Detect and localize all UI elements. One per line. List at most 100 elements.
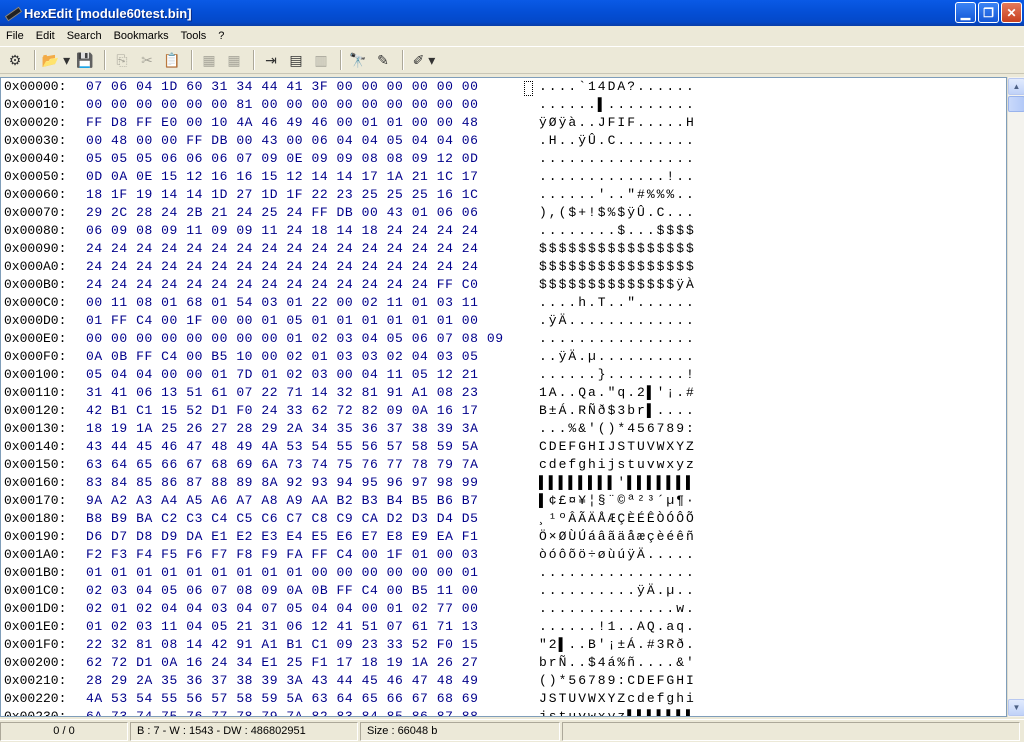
row-ascii[interactable]: ¸¹ºÂÃÄÅÆÇÈÉÊÒÓÔÕ xyxy=(539,510,696,528)
row-hex-bytes[interactable]: 01 01 01 01 01 01 01 01 01 00 00 00 00 0… xyxy=(86,564,534,582)
hex-row: 0x000B0: 24 24 24 24 24 24 24 24 24 24 24… xyxy=(4,276,696,294)
row-hex-bytes[interactable]: 28 29 2A 35 36 37 38 39 3A 43 44 45 46 4… xyxy=(86,672,534,690)
row-ascii[interactable]: Ö×ØÙÚáâãäåæçèéêñ xyxy=(539,528,696,546)
row-hex-bytes[interactable]: 00 00 00 00 00 00 00 00 01 02 03 04 05 0… xyxy=(86,330,534,348)
row-ascii[interactable]: ......}........! xyxy=(539,366,696,384)
row-hex-bytes[interactable]: 24 24 24 24 24 24 24 24 24 24 24 24 24 2… xyxy=(86,276,534,294)
row-hex-bytes[interactable]: 05 04 04 00 00 01 7D 01 02 03 00 04 11 0… xyxy=(86,366,534,384)
row-ascii[interactable]: ................ xyxy=(539,564,696,582)
row-ascii[interactable]: ..........ÿÄ.µ.. xyxy=(539,582,696,600)
properties-icon[interactable]: ⚙ xyxy=(4,49,26,71)
row-ascii[interactable]: ....`14DA?...... xyxy=(539,78,696,96)
menu-file[interactable]: File xyxy=(0,30,30,42)
row-hex-bytes[interactable]: F2 F3 F4 F5 F6 F7 F8 F9 FA FF C4 00 1F 0… xyxy=(86,546,534,564)
row-ascii[interactable]: ........$...$$$$ xyxy=(539,222,696,240)
row-hex-bytes[interactable]: 6A 73 74 75 76 77 78 79 7A 82 83 84 85 8… xyxy=(86,708,534,716)
row-ascii[interactable]: ..............w. xyxy=(539,600,696,618)
row-hex-bytes[interactable]: 62 72 D1 0A 16 24 34 E1 25 F1 17 18 19 1… xyxy=(86,654,534,672)
row-hex-bytes[interactable]: 01 FF C4 00 1F 00 00 01 05 01 01 01 01 0… xyxy=(86,312,534,330)
highlight-icon[interactable]: ✐ ▾ xyxy=(409,49,439,71)
row-hex-bytes[interactable]: 07 06 04 1D 60 31 34 44 41 3F 00 00 00 0… xyxy=(86,78,534,96)
menu-search[interactable]: Search xyxy=(61,30,108,42)
scroll-down-icon[interactable]: ▼ xyxy=(1008,699,1024,716)
row-hex-bytes[interactable]: 00 11 08 01 68 01 54 03 01 22 00 02 11 0… xyxy=(86,294,534,312)
row-ascii[interactable]: cdefghijstuvwxyz xyxy=(539,456,696,474)
replace-icon[interactable]: ✎ xyxy=(372,49,394,71)
scroll-up-icon[interactable]: ▲ xyxy=(1008,78,1024,95)
menu-help[interactable]: ? xyxy=(212,30,230,42)
find-icon[interactable]: 🔭 xyxy=(347,49,369,71)
row-ascii[interactable]: .............!.. xyxy=(539,168,696,186)
row-ascii[interactable]: $$$$$$$$$$$$$$ÿÀ xyxy=(539,276,696,294)
row-ascii[interactable]: brÑ..$4á%ñ....&' xyxy=(539,654,696,672)
row-hex-bytes[interactable]: 0A 0B FF C4 00 B5 10 00 02 01 03 03 02 0… xyxy=(86,348,534,366)
row-hex-bytes[interactable]: 63 64 65 66 67 68 69 6A 73 74 75 76 77 7… xyxy=(86,456,534,474)
calculator-icon[interactable]: ▤ xyxy=(285,49,307,71)
row-ascii[interactable]: ▌¢£¤¥¦§¨©ª²³´µ¶· xyxy=(539,492,696,510)
hex-row: 0x00220: 4A 53 54 55 56 57 58 59 5A 63 64… xyxy=(4,690,696,708)
row-ascii[interactable]: òóôõö÷øùúÿÄ..... xyxy=(539,546,696,564)
row-hex-bytes[interactable]: 18 1F 19 14 14 1D 27 1D 1F 22 23 25 25 2… xyxy=(86,186,534,204)
row-ascii[interactable]: $$$$$$$$$$$$$$$$ xyxy=(539,258,696,276)
goto-icon[interactable]: ⇥ xyxy=(260,49,282,71)
row-ascii[interactable]: ....h.T.."...... xyxy=(539,294,696,312)
row-hex-bytes[interactable]: 02 03 04 05 06 07 08 09 0A 0B FF C4 00 B… xyxy=(86,582,534,600)
row-hex-bytes[interactable]: FF D8 FF E0 00 10 4A 46 49 46 00 01 01 0… xyxy=(86,114,534,132)
row-ascii[interactable]: ▌▌▌▌▌▌▌▌'▌▌▌▌▌▌▌ xyxy=(539,474,696,492)
scroll-thumb[interactable] xyxy=(1008,96,1024,112)
hex-editor-view[interactable]: 0x00000: 07 06 04 1D 60 31 34 44 41 3F 00… xyxy=(0,77,1007,717)
row-hex-bytes[interactable]: 18 19 1A 25 26 27 28 29 2A 34 35 36 37 3… xyxy=(86,420,534,438)
row-hex-bytes[interactable]: 24 24 24 24 24 24 24 24 24 24 24 24 24 2… xyxy=(86,240,534,258)
row-hex-bytes[interactable]: D6 D7 D8 D9 DA E1 E2 E3 E4 E5 E6 E7 E8 E… xyxy=(86,528,534,546)
row-ascii[interactable]: ..ÿÄ.µ.......... xyxy=(539,348,696,366)
close-button[interactable]: ✕ xyxy=(1001,2,1022,23)
row-ascii[interactable]: ......!1..AQ.aq. xyxy=(539,618,696,636)
row-ascii[interactable]: ÿØÿà..JFIF.....H xyxy=(539,114,696,132)
row-ascii[interactable]: 1A..Qa."q.2▌'¡.# xyxy=(539,384,696,402)
row-hex-bytes[interactable]: 05 05 05 06 06 06 07 09 0E 09 09 08 08 0… xyxy=(86,150,534,168)
menu-edit[interactable]: Edit xyxy=(30,30,61,42)
row-ascii[interactable]: CDEFGHIJSTUVWXYZ xyxy=(539,438,696,456)
hex-row: 0x00040: 05 05 05 06 06 06 07 09 0E 09 09… xyxy=(4,150,696,168)
row-ascii[interactable]: $$$$$$$$$$$$$$$$ xyxy=(539,240,696,258)
row-ascii[interactable]: ................ xyxy=(539,330,696,348)
row-address: 0x00070: xyxy=(4,205,67,220)
row-hex-bytes[interactable]: 00 00 00 00 00 00 81 00 00 00 00 00 00 0… xyxy=(86,96,534,114)
row-ascii[interactable]: .ÿÄ............. xyxy=(539,312,696,330)
row-ascii[interactable]: B±Á.RÑð$3br▌.... xyxy=(539,402,696,420)
row-hex-bytes[interactable]: 83 84 85 86 87 88 89 8A 92 93 94 95 96 9… xyxy=(86,474,534,492)
row-hex-bytes[interactable]: 00 48 00 00 FF DB 00 43 00 06 04 04 05 0… xyxy=(86,132,534,150)
row-hex-bytes[interactable]: 22 32 81 08 14 42 91 A1 B1 C1 09 23 33 5… xyxy=(86,636,534,654)
row-hex-bytes[interactable]: 24 24 24 24 24 24 24 24 24 24 24 24 24 2… xyxy=(86,258,534,276)
row-ascii[interactable]: ()*56789:CDEFGHI xyxy=(539,672,696,690)
row-hex-bytes[interactable]: 42 B1 C1 15 52 D1 F0 24 33 62 72 82 09 0… xyxy=(86,402,534,420)
row-hex-bytes[interactable]: 31 41 06 13 51 61 07 22 71 14 32 81 91 A… xyxy=(86,384,534,402)
row-ascii[interactable]: ......▌......... xyxy=(539,96,696,114)
row-hex-bytes[interactable]: 02 01 02 04 04 03 04 07 05 04 04 00 01 0… xyxy=(86,600,534,618)
row-ascii[interactable]: jstuvwxyz▌▌▌▌▌▌▌ xyxy=(539,708,696,716)
vertical-scrollbar[interactable]: ▲ ▼ xyxy=(1007,77,1024,717)
row-hex-bytes[interactable]: 01 02 03 11 04 05 21 31 06 12 41 51 07 6… xyxy=(86,618,534,636)
row-ascii[interactable]: .H..ÿÛ.C........ xyxy=(539,132,696,150)
row-hex-bytes[interactable]: 9A A2 A3 A4 A5 A6 A7 A8 A9 AA B2 B3 B4 B… xyxy=(86,492,534,510)
row-hex-bytes[interactable]: 06 09 08 09 11 09 09 11 24 18 14 18 24 2… xyxy=(86,222,534,240)
minimize-button[interactable]: ▁ xyxy=(955,2,976,23)
row-hex-bytes[interactable]: B8 B9 BA C2 C3 C4 C5 C6 C7 C8 C9 CA D2 D… xyxy=(86,510,534,528)
row-ascii[interactable]: ................ xyxy=(539,150,696,168)
menu-bookmarks[interactable]: Bookmarks xyxy=(108,30,175,42)
row-hex-bytes[interactable]: 29 2C 28 24 2B 21 24 25 24 FF DB 00 43 0… xyxy=(86,204,534,222)
hex-paste-icon: ▦ xyxy=(227,51,241,68)
row-hex-bytes[interactable]: 0D 0A 0E 15 12 16 16 15 12 14 14 17 1A 2… xyxy=(86,168,534,186)
maximize-button[interactable]: ❐ xyxy=(978,2,999,23)
row-ascii[interactable]: "2▌..B'¡±Á.#3Rð. xyxy=(539,636,696,654)
row-hex-bytes[interactable]: 4A 53 54 55 56 57 58 59 5A 63 64 65 66 6… xyxy=(86,690,534,708)
save-icon: 💾 xyxy=(76,51,94,68)
hex-row: 0x00170: 9A A2 A3 A4 A5 A6 A7 A8 A9 AA B2… xyxy=(4,492,696,510)
row-hex-bytes[interactable]: 43 44 45 46 47 48 49 4A 53 54 55 56 57 5… xyxy=(86,438,534,456)
row-ascii[interactable]: ......'.."#%%%.. xyxy=(539,186,696,204)
menu-tools[interactable]: Tools xyxy=(175,30,213,42)
row-ascii[interactable]: ...%&'()*456789: xyxy=(539,420,696,438)
row-ascii[interactable]: JSTUVWXYZcdefghi xyxy=(539,690,696,708)
open-folder-icon[interactable]: 📂 ▾ xyxy=(41,49,71,71)
row-ascii[interactable]: ),($+!$%$ÿÛ.C... xyxy=(539,204,696,222)
